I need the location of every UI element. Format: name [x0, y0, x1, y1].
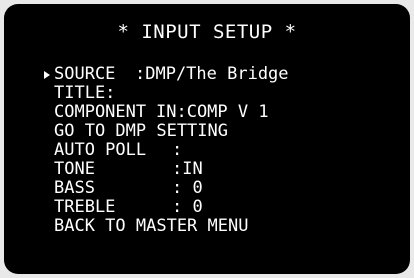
- menu-item-bass[interactable]: BASS : 0: [54, 179, 394, 198]
- menu-item-source[interactable]: SOURCE :DMP/The Bridge: [44, 64, 394, 84]
- page-title: * INPUT SETUP *: [117, 21, 297, 43]
- selection-cursor: [44, 65, 54, 84]
- menu-item-auto-poll[interactable]: AUTO POLL :: [54, 141, 394, 160]
- menu-item-label: AUTO POLL: [54, 140, 147, 160]
- menu-item-back-to-master-menu[interactable]: BACK TO MASTER MENU: [54, 217, 394, 236]
- menu-item-value: : 0: [172, 197, 203, 217]
- menu-item-treble[interactable]: TREBLE : 0: [54, 198, 394, 217]
- menu-item-title[interactable]: TITLE:: [54, 84, 394, 103]
- menu-item-component[interactable]: COMPONENT IN:COMP V 1: [54, 103, 394, 122]
- menu-item-value: : 0: [172, 178, 203, 198]
- menu-item-value: :: [172, 140, 183, 160]
- menu-item-label: TITLE:: [54, 83, 116, 103]
- menu-item-label: COMPONENT: [54, 102, 147, 122]
- osd-screen: * INPUT SETUP * SOURCE :DMP/The Bridge T…: [4, 4, 410, 274]
- menu-item-tone[interactable]: TONE :IN: [54, 160, 394, 179]
- menu-item-value: IN:COMP V 1: [156, 102, 269, 122]
- menu-item-value: :IN: [172, 159, 203, 179]
- menu-item-go-to-dmp-setting[interactable]: GO TO DMP SETTING: [54, 122, 394, 141]
- menu-item-label: BACK TO MASTER MENU: [54, 216, 249, 236]
- triangle-right-icon: [44, 70, 50, 79]
- input-setup-menu: SOURCE :DMP/The Bridge TITLE: COMPONENT …: [44, 64, 394, 236]
- menu-item-label: SOURCE: [54, 64, 116, 84]
- menu-item-label: TREBLE: [54, 197, 116, 217]
- menu-item-label: GO TO DMP SETTING: [54, 121, 228, 141]
- menu-item-label: BASS: [54, 178, 95, 198]
- menu-item-label: TONE: [54, 159, 95, 179]
- tv-frame: * INPUT SETUP * SOURCE :DMP/The Bridge T…: [0, 0, 414, 278]
- menu-item-value: :DMP/The Bridge: [135, 64, 289, 84]
